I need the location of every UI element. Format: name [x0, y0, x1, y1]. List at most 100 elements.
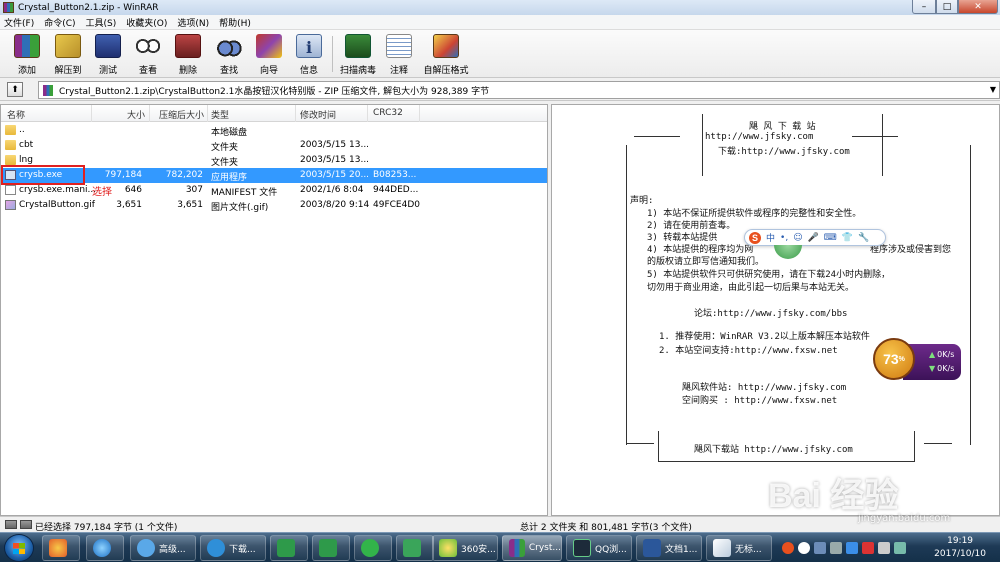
address-bar: ⬆ Crystal_Button2.1.zip\CrystalButton2.1… [0, 79, 1000, 101]
monitor-icon[interactable] [894, 542, 906, 554]
sfx-icon [433, 34, 459, 58]
taskbar-item[interactable]: 文档1... [636, 535, 702, 561]
close-button[interactable]: ✕ [958, 0, 998, 14]
menu-tools[interactable]: 工具(S) [82, 16, 123, 29]
preview-item: 切勿用于商业用途，由此引起一切后果与本站无关。 [647, 283, 855, 293]
taskbar-item-winrar[interactable]: Cryst... [502, 535, 562, 561]
info-button[interactable]: 信息 [290, 32, 328, 76]
volume-icon[interactable] [878, 542, 890, 554]
virus-scan-button[interactable]: 扫描病毒 [338, 32, 378, 76]
sfx-button[interactable]: 自解压格式 [424, 32, 469, 76]
taskbar-item[interactable]: 360安... [432, 535, 498, 561]
taskbar-app[interactable] [396, 535, 434, 561]
column-modified[interactable]: 修改时间 [300, 108, 336, 121]
preview-recommend: 1. 推荐使用：WinRAR V3.2以上版本解压本站软件 [659, 332, 870, 342]
taskbar-app[interactable] [270, 535, 308, 561]
test-icon [95, 34, 121, 58]
comment-button[interactable]: 注释 [380, 32, 418, 76]
360-icon [439, 539, 457, 557]
path-field[interactable]: Crystal_Button2.1.zip\CrystalButton2.1水晶… [38, 81, 1000, 99]
taskbar-item[interactable]: QQ浏... [566, 535, 632, 561]
menu-help[interactable]: 帮助(H) [215, 16, 257, 29]
clock[interactable]: 19:19 2017/10/10 [934, 535, 986, 561]
wizard-button[interactable]: 向导 [250, 32, 288, 76]
add-button[interactable]: 添加 [8, 32, 46, 76]
memory-usage-ball: 73% [873, 338, 915, 380]
binoculars-icon [216, 34, 242, 58]
taskbar-app[interactable] [42, 535, 80, 561]
column-size[interactable]: 大小 [127, 108, 145, 121]
column-name[interactable]: 名称 [7, 108, 25, 121]
ime-toolbar[interactable]: S 中 •, ☺ 🎤 ⌨ 👕 🔧 [744, 229, 886, 246]
app-tray-icon[interactable] [814, 542, 826, 554]
preview-site: 飓风软件站: http://www.jfsky.com [682, 383, 847, 393]
start-button[interactable] [4, 534, 34, 562]
info-icon [296, 34, 322, 58]
extract-to-button[interactable]: 解压到 [49, 32, 87, 76]
shield-icon[interactable] [846, 542, 858, 554]
virus-scan-icon [345, 34, 371, 58]
taskbar-app[interactable] [312, 535, 350, 561]
archive-add-icon [14, 34, 40, 58]
network-speed-widget[interactable]: ▲ 0K/s ▼ 0K/s 73% [873, 334, 965, 388]
preview-site: 空间购买 : http://www.fxsw.net [682, 396, 838, 406]
menu-favorites[interactable]: 收藏夹(O) [122, 16, 173, 29]
document-icon [5, 185, 16, 195]
preview-download-url: 下载:http://www.jfsky.com [718, 147, 850, 157]
taskbar-ie[interactable] [86, 535, 124, 561]
column-packed[interactable]: 压缩后大小 [159, 108, 204, 121]
toolbar-separator [332, 36, 333, 72]
maximize-button[interactable]: □ [936, 0, 958, 14]
delete-button[interactable]: 删除 [169, 32, 207, 76]
column-crc[interactable]: CRC32 [373, 108, 403, 118]
file-row[interactable]: .. 本地磁盘 [1, 123, 547, 138]
status-bar: 已经选择 797,184 字节 (1 个文件) 总计 2 文件夹 和 801,4… [0, 516, 1000, 533]
window-title: Crystal_Button2.1.zip - WinRAR [18, 2, 159, 13]
preview-item: 的版权请立即写信通知我们。 [647, 257, 765, 267]
taskbar-item[interactable]: 无标... [706, 535, 772, 561]
column-type[interactable]: 类型 [211, 108, 229, 121]
file-row[interactable]: CrystalButton.gif 3,651 3,651 图片文件(.gif)… [1, 198, 547, 213]
file-row[interactable]: cbt 文件夹 2003/5/15 13... [1, 138, 547, 153]
upload-speed: 0K/s [937, 350, 955, 359]
taskbar-item[interactable]: 下载... [200, 535, 266, 561]
flag-icon[interactable] [862, 542, 874, 554]
ime-mode-toggle[interactable]: 中 [766, 231, 775, 244]
wizard-icon [256, 34, 282, 58]
keyboard-icon[interactable]: ⌨ [824, 233, 837, 243]
browser-icon [573, 539, 591, 557]
sogou-logo-icon[interactable]: S [749, 231, 761, 244]
window-controls: – □ ✕ [912, 0, 998, 14]
menu-commands[interactable]: 命令(C) [40, 16, 81, 29]
baidu-watermark: Bai 经验 [768, 477, 899, 515]
wrench-icon[interactable]: 🔧 [858, 233, 869, 243]
punctuation-icon[interactable]: •, [780, 233, 788, 243]
app-icon [319, 539, 337, 557]
skin-icon[interactable]: 👕 [842, 233, 853, 243]
preview-recommend: 2. 本站空间支持:http://www.fxsw.net [659, 346, 838, 356]
menu-options[interactable]: 选项(N) [173, 16, 215, 29]
preview-forum: 论坛:http://www.jfsky.com/bbs [694, 309, 848, 319]
up-folder-button[interactable]: ⬆ [7, 82, 23, 97]
emoji-icon[interactable]: ☺ [793, 233, 802, 243]
microphone-icon[interactable]: 🎤 [808, 233, 819, 243]
network-icon[interactable] [830, 542, 842, 554]
file-row[interactable]: crysb.exe.mani... 646 307 MANIFEST 文件 20… [1, 183, 547, 198]
chevron-down-icon[interactable]: ▼ [990, 85, 996, 94]
preview-footer: 飓风下载站 http://www.jfsky.com [694, 445, 853, 455]
menu-file[interactable]: 文件(F) [0, 16, 40, 29]
system-tray: 19:19 2017/10/10 [778, 533, 1000, 562]
test-button[interactable]: 测试 [89, 32, 127, 76]
extract-icon [55, 34, 81, 58]
taskbar-item[interactable]: 高级... [130, 535, 196, 561]
zip-archive-icon [43, 84, 53, 96]
baidu-watermark-url: jingyan.baidu.com [858, 513, 951, 524]
sogou-tray-icon[interactable] [782, 542, 794, 554]
clock-date: 2017/10/10 [934, 549, 986, 559]
view-button[interactable]: 查看 [129, 32, 167, 76]
taskbar-app[interactable] [354, 535, 392, 561]
help-icon[interactable] [798, 542, 810, 554]
find-button[interactable]: 查找 [210, 32, 248, 76]
path-text: Crystal_Button2.1.zip\CrystalButton2.1水晶… [59, 86, 490, 97]
minimize-button[interactable]: – [912, 0, 936, 14]
